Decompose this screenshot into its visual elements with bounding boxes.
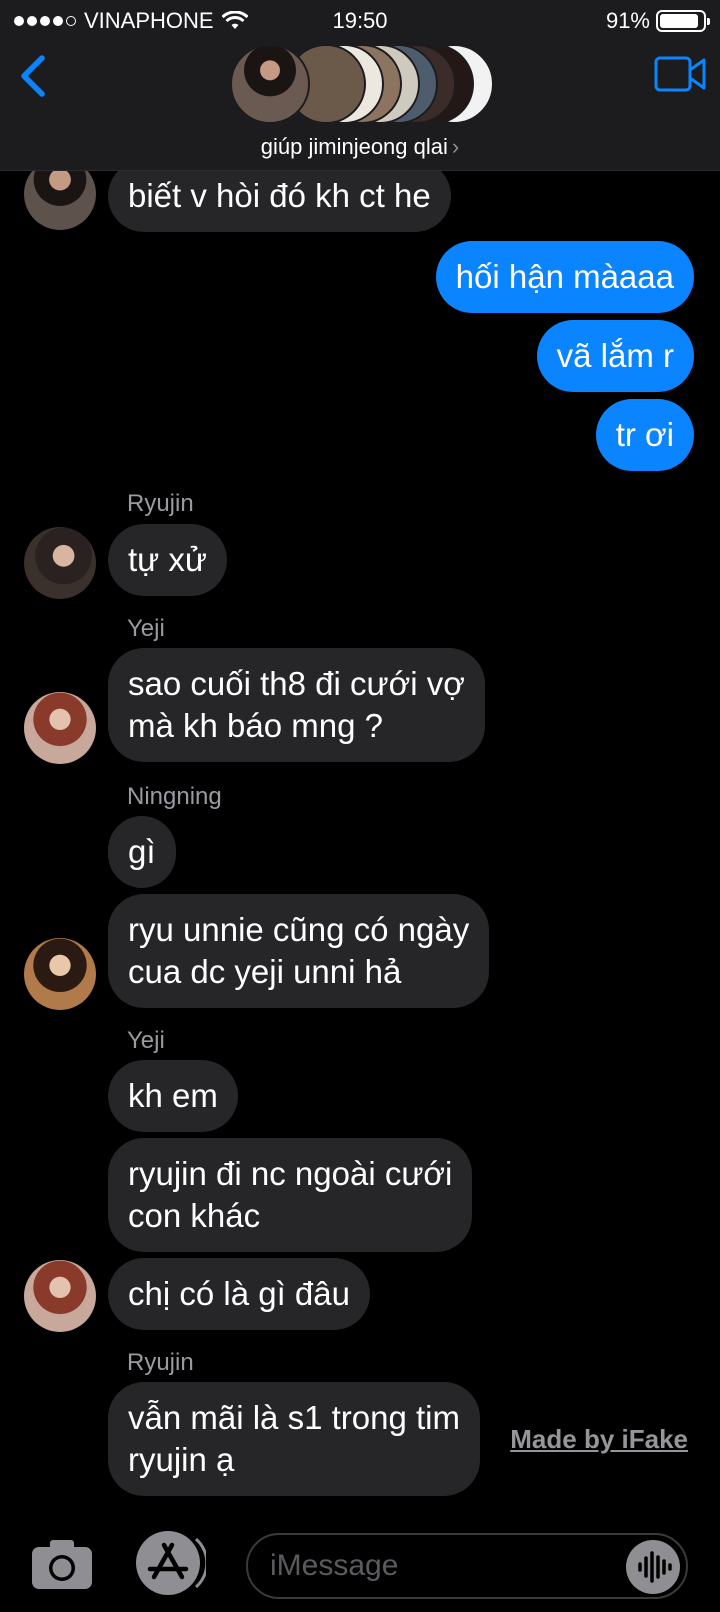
message-bubble-incoming[interactable]: ryu unnie cũng có ngày cua dc yeji unni … xyxy=(108,894,490,1008)
group-name-label: giúp jiminjeong qlai xyxy=(260,134,448,159)
message-bubble-outgoing[interactable]: hối hận màaaa xyxy=(435,241,694,313)
audio-record-button[interactable] xyxy=(626,1540,680,1594)
message-bubble-incoming[interactable]: gì xyxy=(108,816,176,888)
group-avatar xyxy=(230,44,310,124)
message-bubble-incoming[interactable]: ryujin đi nc ngoài cưới con khác xyxy=(108,1138,473,1252)
message-bubble-incoming[interactable]: kh em xyxy=(108,1060,238,1132)
video-call-icon[interactable] xyxy=(652,46,708,102)
sender-name: Yeji xyxy=(127,1027,165,1054)
battery-icon xyxy=(656,10,710,32)
status-bar: VINAPHONE 19:50 91% xyxy=(0,0,720,40)
message-bubble-incoming[interactable]: vẫn mãi là s1 trong tim ryujin ạ xyxy=(108,1382,480,1496)
avatar[interactable] xyxy=(24,938,96,1010)
group-name[interactable]: giúp jiminjeong qlai › xyxy=(0,134,720,160)
group-avatar-stack[interactable] xyxy=(230,44,494,126)
conversation-header: giúp jiminjeong qlai › xyxy=(0,40,720,171)
message-input[interactable] xyxy=(270,1535,600,1597)
battery-percent: 91% xyxy=(605,8,650,33)
sender-name: Ryujin xyxy=(127,1349,194,1376)
message-input-bar xyxy=(0,1521,720,1612)
sender-name: Ryujin xyxy=(127,490,194,517)
watermark: Made by iFake xyxy=(510,1424,688,1454)
sender-name: Ningning xyxy=(127,783,222,810)
camera-icon[interactable] xyxy=(30,1531,94,1595)
status-right: 91% xyxy=(605,8,710,34)
avatar[interactable] xyxy=(24,692,96,764)
chevron-right-icon: › xyxy=(451,134,460,159)
message-thread[interactable]: biết v hòi đó kh ct he hối hận màaaa vã … xyxy=(0,171,720,1521)
message-bubble-incoming[interactable]: biết v hòi đó kh ct he xyxy=(108,171,451,232)
message-bubble-outgoing[interactable]: vã lắm r xyxy=(536,320,694,392)
audio-waveform-icon xyxy=(638,1551,672,1583)
battery-fill xyxy=(660,14,699,28)
app-store-icon[interactable] xyxy=(134,1529,206,1597)
message-bubble-incoming[interactable]: sao cuối th8 đi cưới vợ mà kh báo mng ? xyxy=(108,648,485,762)
imessage-field[interactable] xyxy=(246,1533,688,1599)
avatar[interactable] xyxy=(24,527,96,599)
message-bubble-outgoing[interactable]: tr ơi xyxy=(595,399,694,471)
message-bubble-incoming[interactable]: chị có là gì đâu xyxy=(108,1258,370,1330)
avatar[interactable] xyxy=(24,1260,96,1332)
back-chevron-icon[interactable] xyxy=(10,50,62,102)
avatar[interactable] xyxy=(24,171,96,230)
message-bubble-incoming[interactable]: tự xử xyxy=(108,524,228,596)
sender-name: Yeji xyxy=(127,615,165,642)
